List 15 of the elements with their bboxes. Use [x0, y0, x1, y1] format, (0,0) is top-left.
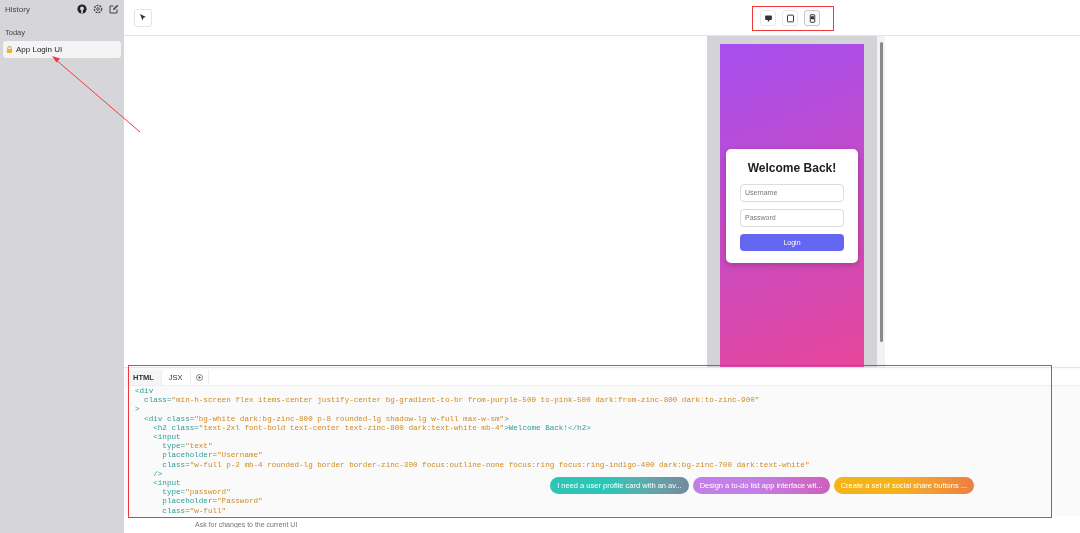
history-item[interactable]: App Login UI [3, 41, 121, 58]
tablet-icon [785, 13, 795, 23]
card-title: Welcome Back! [746, 160, 838, 175]
edit-icon[interactable] [109, 4, 119, 14]
sidebar-title: History [5, 4, 30, 14]
scrollbar[interactable] [877, 36, 885, 367]
cursor-icon [138, 13, 148, 22]
settings-icon[interactable] [93, 4, 103, 14]
phone-icon [807, 13, 817, 23]
lock-icon [6, 46, 13, 53]
select-tool-button[interactable] [134, 8, 152, 27]
desktop-view-button[interactable] [760, 10, 776, 26]
phone-view-button[interactable] [804, 10, 820, 26]
tablet-view-button[interactable] [782, 10, 798, 26]
monitor-icon [763, 13, 773, 23]
